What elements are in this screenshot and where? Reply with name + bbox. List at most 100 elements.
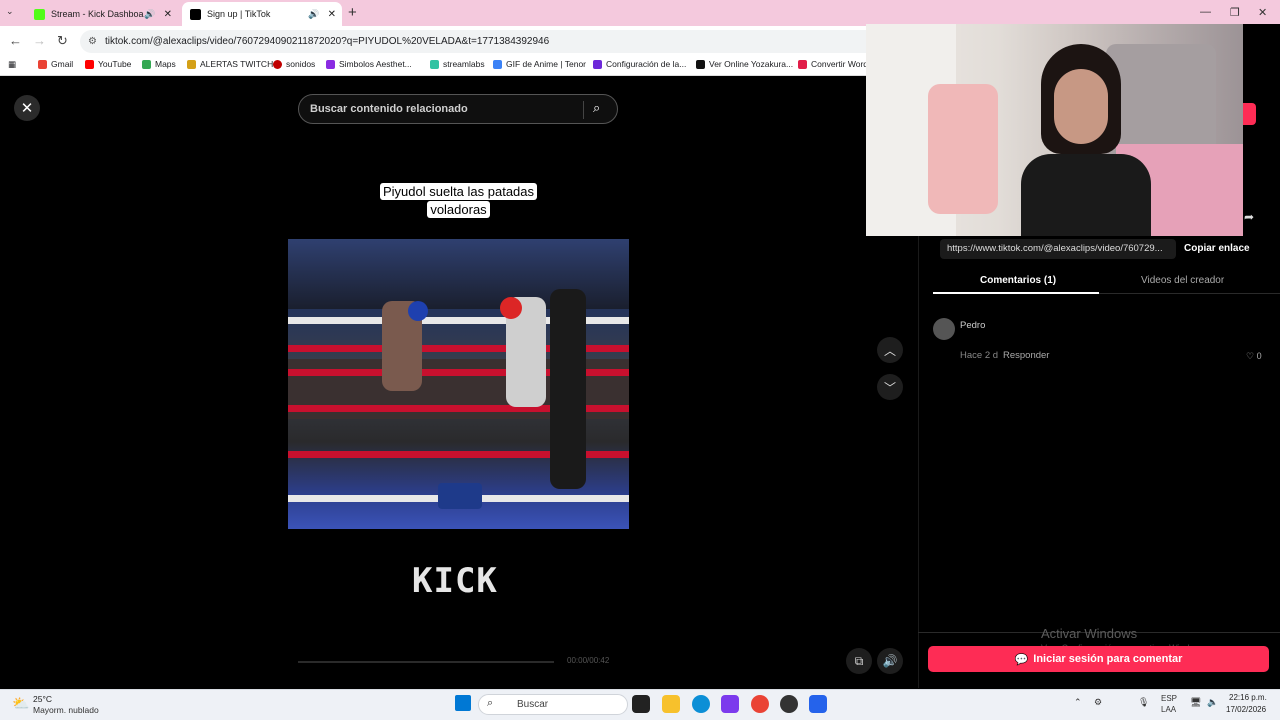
weather-temperature[interactable]: 25°C bbox=[33, 694, 52, 704]
maximize-icon[interactable]: ❐ bbox=[1230, 6, 1240, 19]
edge-icon[interactable] bbox=[692, 695, 710, 713]
related-search-input[interactable]: Buscar contenido relacionado ⌕ bbox=[298, 94, 618, 124]
task-view-icon[interactable] bbox=[632, 695, 650, 713]
apps-grid-icon[interactable]: ▦ bbox=[8, 59, 16, 70]
reply-button[interactable]: Responder bbox=[1003, 350, 1049, 361]
bookmark-youtube[interactable]: YouTube bbox=[85, 59, 131, 69]
tab-comments[interactable]: Comentarios (1) bbox=[980, 275, 1056, 286]
chevron-down-icon: ﹀ bbox=[883, 380, 896, 395]
bookmark-label: YouTube bbox=[98, 59, 132, 69]
panel-edge bbox=[1243, 24, 1280, 236]
chevron-up-icon: ︿ bbox=[883, 343, 896, 358]
site-info-icon[interactable]: ⚙ bbox=[88, 36, 97, 47]
weather-description[interactable]: Mayorm. nublado bbox=[33, 705, 99, 715]
language-code[interactable]: ESP bbox=[1161, 694, 1177, 703]
region-code[interactable]: LAA bbox=[1161, 705, 1176, 714]
minimize-icon[interactable]: — bbox=[1200, 6, 1211, 18]
screen: ⌄ Stream - Kick Dashboard 🔊 ✕ Sign up | … bbox=[0, 0, 1280, 720]
bookmark-gif-anime[interactable]: GIF de Anime | Tenor bbox=[493, 59, 586, 69]
person-face bbox=[1054, 69, 1108, 144]
obs-icon[interactable] bbox=[780, 695, 798, 713]
network-icon[interactable]: 🖥 bbox=[1190, 697, 1201, 708]
bookmark-gmail[interactable]: Gmail bbox=[38, 59, 73, 69]
volume-icon[interactable]: 🔈 bbox=[1207, 697, 1218, 708]
tab-tiktok[interactable]: Sign up | TikTok 🔊 ✕ bbox=[182, 2, 342, 26]
yozakura-icon bbox=[696, 59, 705, 69]
comments-panel bbox=[918, 236, 1280, 688]
bookmark-configuracion[interactable]: Configuración de la... bbox=[593, 59, 686, 69]
bookmark-label: Ver Online Yozakura... bbox=[709, 59, 794, 69]
bookmark-label: GIF de Anime | Tenor bbox=[506, 59, 587, 69]
bookmark-streamlabs[interactable]: streamlabs bbox=[430, 59, 485, 69]
microphone-icon[interactable]: 🎙 bbox=[1138, 697, 1149, 708]
bookmark-simbolos[interactable]: Simbolos Aesthet... bbox=[326, 59, 412, 69]
bookmark-alertas-twitch[interactable]: ALERTAS TWITCH bbox=[187, 59, 273, 69]
app-icon[interactable] bbox=[809, 695, 827, 713]
comment-like[interactable]: ♡ 0 bbox=[1246, 351, 1262, 362]
forward-arrow-icon[interactable]: → bbox=[33, 33, 46, 48]
close-tab-icon[interactable]: ✕ bbox=[164, 9, 172, 20]
clock-date[interactable]: 17/02/2026 bbox=[1226, 705, 1266, 714]
tab-title: Stream - Kick Dashboard bbox=[51, 9, 145, 19]
url-bar[interactable]: ⚙ tiktok.com/@alexaclips/video/760729409… bbox=[80, 30, 880, 53]
active-tab-indicator bbox=[933, 292, 1099, 294]
comment-text: 😂😂😂 bbox=[960, 333, 992, 343]
bookmark-maps[interactable]: Maps bbox=[142, 59, 176, 69]
video-progress-bar[interactable] bbox=[298, 661, 554, 663]
plus-icon[interactable]: + bbox=[348, 4, 357, 21]
speaker-icon[interactable]: 🔊 bbox=[144, 9, 155, 20]
tab-search-chevron-icon[interactable]: ⌄ bbox=[6, 6, 14, 17]
previous-video-button[interactable]: ︿ bbox=[877, 337, 903, 363]
sonidos-icon bbox=[273, 59, 282, 69]
bookmark-yozakura[interactable]: Ver Online Yozakura... bbox=[696, 59, 793, 69]
bookmark-label: Convertir Word bbox=[811, 59, 868, 69]
speaker-icon[interactable]: 🔊 bbox=[308, 9, 319, 20]
search-placeholder: Buscar contenido relacionado bbox=[310, 103, 468, 115]
accent-tab bbox=[1243, 103, 1256, 125]
weather-icon[interactable]: ⛅ bbox=[12, 695, 29, 712]
login-to-comment-button[interactable]: 💬 Iniciar sesión para comentar bbox=[928, 646, 1269, 672]
avatar[interactable] bbox=[933, 318, 955, 340]
back-arrow-icon[interactable]: ← bbox=[9, 33, 22, 48]
bookmark-convertir-word[interactable]: Convertir Word bbox=[798, 59, 868, 69]
snipping-tool-icon[interactable] bbox=[721, 695, 739, 713]
bookmark-label: Maps bbox=[155, 59, 176, 69]
reload-icon[interactable]: ↻ bbox=[57, 33, 68, 49]
bookmark-label: sonidos bbox=[286, 59, 316, 69]
search-icon[interactable]: ⌕ bbox=[593, 100, 600, 116]
bookmark-folder-icon bbox=[187, 59, 196, 69]
file-explorer-icon[interactable] bbox=[662, 695, 680, 713]
tenor-icon bbox=[493, 59, 502, 69]
volume-button[interactable]: 🔊 bbox=[877, 648, 903, 674]
chrome-icon[interactable] bbox=[751, 695, 769, 713]
tab-creator-videos[interactable]: Videos del creador bbox=[1141, 275, 1224, 286]
copy-link-button[interactable]: Copiar enlace bbox=[1184, 243, 1250, 254]
share-url-field[interactable]: https://www.tiktok.com/@alexaclips/video… bbox=[940, 239, 1176, 259]
close-video-button[interactable]: ✕ bbox=[14, 95, 40, 121]
person-shirt bbox=[1021, 154, 1151, 236]
close-tab-icon[interactable]: ✕ bbox=[328, 9, 336, 20]
gmail-icon bbox=[38, 59, 47, 69]
comment-timestamp: Hace 2 d bbox=[960, 350, 999, 361]
floating-player-button[interactable]: ⧉ bbox=[846, 648, 872, 674]
streamlabs-icon bbox=[430, 59, 439, 69]
video-timecode: 00:00/00:42 bbox=[567, 656, 610, 665]
tray-app-icon[interactable]: ⚙ bbox=[1094, 697, 1102, 708]
next-video-button[interactable]: ﹀ bbox=[877, 374, 903, 400]
clock-time[interactable]: 22:16 p.m. bbox=[1229, 693, 1267, 702]
url-text: tiktok.com/@alexaclips/video/76072940902… bbox=[104, 36, 550, 47]
share-arrow-icon[interactable]: ➦ bbox=[1244, 210, 1254, 224]
taskbar-search[interactable]: Buscar bbox=[478, 694, 628, 715]
window-close-icon[interactable]: ✕ bbox=[1258, 6, 1267, 19]
comment-username[interactable]: Pedro bbox=[960, 320, 985, 331]
pink-chair bbox=[928, 84, 998, 214]
chevron-up-icon[interactable]: ⌃ bbox=[1074, 697, 1082, 708]
search-divider bbox=[583, 101, 584, 119]
kick-logo: KICK bbox=[412, 561, 498, 601]
windows-start-icon[interactable] bbox=[455, 695, 471, 711]
browser-tab-strip: ⌄ Stream - Kick Dashboard 🔊 ✕ Sign up | … bbox=[0, 0, 1280, 26]
tab-kick-dashboard[interactable]: Stream - Kick Dashboard 🔊 ✕ bbox=[26, 2, 178, 26]
bookmark-sonidos[interactable]: sonidos bbox=[273, 59, 315, 69]
taskbar-search-label: Buscar bbox=[517, 699, 549, 710]
bookmark-label: Configuración de la... bbox=[606, 59, 687, 69]
